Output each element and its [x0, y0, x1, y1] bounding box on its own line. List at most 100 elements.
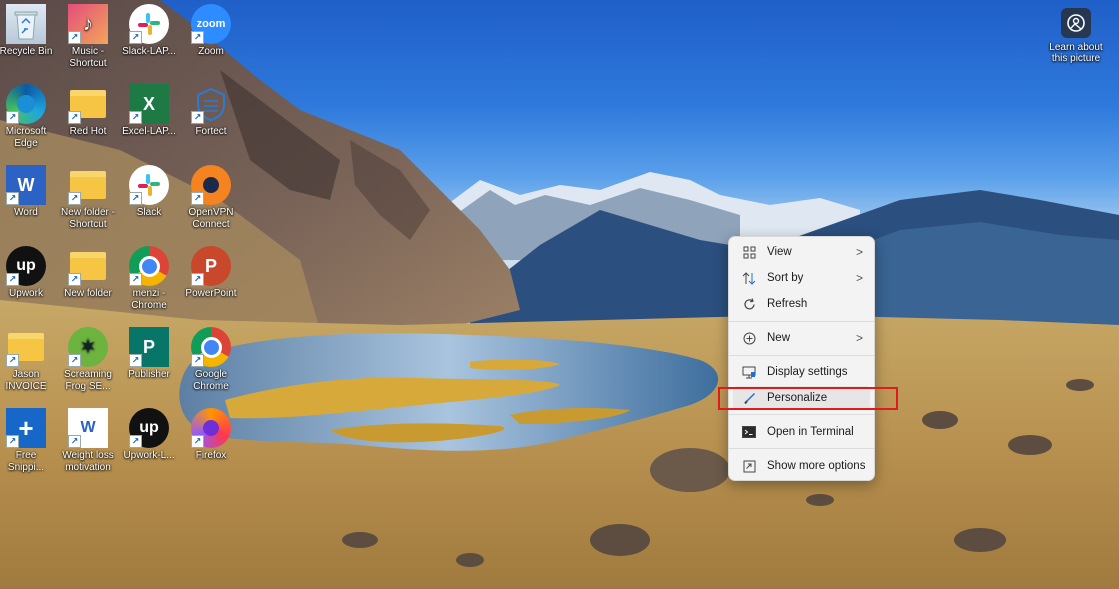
desktop-icon[interactable]: zoom ↗ Zoom — [181, 4, 241, 58]
desktop-icon-label: Fortect — [195, 126, 227, 137]
menu-item-refresh[interactable]: Refresh — [733, 292, 870, 316]
desktop-icon[interactable]: ↗ Firefox — [181, 408, 241, 462]
word-icon: W ↗ — [6, 165, 46, 205]
desktop-icon[interactable]: ↗ menzi - Chrome — [119, 246, 179, 312]
desktop-icon-label: Publisher — [128, 369, 170, 380]
desktop-icon-label: Jason INVOICE — [5, 369, 47, 392]
desktop-icon[interactable]: Recycle Bin — [0, 4, 56, 58]
plus-circle-icon — [740, 332, 758, 345]
menu-item-label: Display settings — [767, 366, 848, 378]
shortcut-arrow-icon: ↗ — [191, 435, 204, 448]
folder-icon: ↗ — [6, 327, 46, 367]
desktop-icon[interactable]: + ↗ Free Snippi... — [0, 408, 56, 474]
menu-item-label: View — [767, 246, 792, 258]
desktop-icon[interactable]: ↗ Slack-LAP... — [119, 4, 179, 58]
icon-glyph-text: W — [17, 175, 35, 195]
shortcut-arrow-icon: ↗ — [191, 192, 204, 205]
menu-item-view[interactable]: View > — [733, 240, 870, 264]
shortcut-arrow-icon: ↗ — [129, 354, 142, 367]
icon-glyph-text: X — [142, 94, 155, 114]
desktop-icon-label: Weight loss motivation — [62, 450, 114, 473]
shortcut-arrow-icon: ↗ — [68, 192, 81, 205]
desktop-icon[interactable]: W ↗ Weight loss motivation — [58, 408, 118, 474]
icon-glyph-text: + — [18, 413, 34, 443]
desktop-icon-label: New folder — [64, 288, 112, 299]
shortcut-arrow-icon: ↗ — [6, 111, 19, 124]
chrome-icon: ↗ — [129, 246, 169, 286]
desktop-icon[interactable]: ↗ Jason INVOICE — [0, 327, 56, 393]
openvpn-icon: ↗ — [191, 165, 231, 205]
menu-item-open-in-terminal[interactable]: Open in Terminal — [733, 420, 870, 444]
desktop-icon-label: Microsoft Edge — [5, 126, 47, 149]
grid-view-icon — [740, 246, 758, 259]
edge-icon: ↗ — [6, 84, 46, 124]
desktop-icon[interactable]: ♪ ↗ Music - Shortcut — [58, 4, 118, 70]
desktop-icon[interactable]: ↗ Red Hot — [58, 84, 118, 138]
icon-glyph-text: P — [204, 256, 217, 276]
shortcut-arrow-icon: ↗ — [129, 111, 142, 124]
shortcut-arrow-icon: ↗ — [129, 192, 142, 205]
menu-item-label: New — [767, 332, 791, 344]
learn-about-picture-button[interactable]: Learn about this picture — [1046, 8, 1106, 64]
firefox-icon: ↗ — [191, 408, 231, 448]
desktop-icon[interactable]: ↗ Fortect — [181, 84, 241, 138]
upwork-icon: up ↗ — [6, 246, 46, 286]
desktop-icon-label: Firefox — [195, 450, 227, 461]
desktop-icon-label: Slack — [136, 207, 162, 218]
shortcut-arrow-icon: ↗ — [191, 31, 204, 44]
desktop-icon[interactable]: P ↗ Publisher — [119, 327, 179, 381]
desktop-icon[interactable]: ↗ Google Chrome — [181, 327, 241, 393]
fortect-icon: ↗ — [191, 84, 231, 124]
desktop-icon[interactable]: W ↗ Word — [0, 165, 56, 219]
word-document-icon: W ↗ — [68, 408, 108, 448]
shortcut-arrow-icon: ↗ — [191, 273, 204, 286]
desktop-icon[interactable]: P ↗ PowerPoint — [181, 246, 241, 300]
desktop-icon-label: Recycle Bin — [0, 46, 53, 57]
chevron-right-icon: > — [856, 331, 864, 345]
shortcut-arrow-icon: ↗ — [6, 273, 19, 286]
desktop-icon-label: Screaming Frog SE... — [64, 369, 112, 392]
camera-info-icon — [1061, 8, 1091, 38]
desktop-icon[interactable]: ↗ Microsoft Edge — [0, 84, 56, 150]
desktop-icon[interactable]: X ↗ Excel-LAP... — [119, 84, 179, 138]
desktop-icon[interactable]: ↗ New folder - Shortcut — [58, 165, 118, 231]
slack-icon: ↗ — [129, 165, 169, 205]
shortcut-arrow-icon: ↗ — [191, 111, 204, 124]
terminal-icon — [740, 426, 758, 438]
chevron-right-icon: > — [856, 271, 864, 285]
menu-item-sort-by[interactable]: Sort by > — [733, 266, 870, 290]
desktop-context-menu: View > Sort by > Refresh New > Display s… — [728, 236, 875, 481]
desktop-icon-label: Upwork — [9, 288, 43, 299]
desktop-icon-label: Google Chrome — [193, 369, 229, 392]
desktop-icon[interactable]: up ↗ Upwork — [0, 246, 56, 300]
desktop-icon-label: OpenVPN Connect — [188, 207, 234, 230]
desktop-icon[interactable]: ✶ ↗ Screaming Frog SE... — [58, 327, 118, 393]
desktop-icon-label: menzi - Chrome — [131, 288, 167, 311]
zoom-icon: zoom ↗ — [191, 4, 231, 44]
shortcut-arrow-icon: ↗ — [68, 111, 81, 124]
menu-item-show-more-options[interactable]: Show more options — [733, 454, 870, 478]
personalize-highlight-box — [718, 387, 898, 410]
desktop-icon-label: PowerPoint — [185, 288, 237, 299]
slack-icon: ↗ — [129, 4, 169, 44]
menu-item-new[interactable]: New > — [733, 326, 870, 350]
desktop-icon[interactable]: ↗ New folder — [58, 246, 118, 300]
menu-item-label: Show more options — [767, 460, 866, 472]
screaming-frog-icon: ✶ ↗ — [68, 327, 108, 367]
desktop-icon[interactable]: up ↗ Upwork-L... — [119, 408, 179, 462]
desktop-icon[interactable]: ↗ OpenVPN Connect — [181, 165, 241, 231]
learn-about-label: Learn about this picture — [1049, 42, 1103, 64]
chevron-right-icon: > — [856, 245, 864, 259]
shortcut-arrow-icon: ↗ — [191, 354, 204, 367]
sort-icon — [740, 271, 758, 285]
menu-item-label: Sort by — [767, 272, 804, 284]
menu-separator — [729, 414, 874, 415]
desktop-icon-label: New folder - Shortcut — [61, 207, 115, 230]
desktop-icon[interactable]: ↗ Slack — [119, 165, 179, 219]
shortcut-arrow-icon: ↗ — [68, 273, 81, 286]
excel-icon: X ↗ — [129, 84, 169, 124]
shortcut-arrow-icon: ↗ — [6, 435, 19, 448]
menu-item-display-settings[interactable]: Display settings — [733, 360, 870, 384]
music-icon: ♪ ↗ — [68, 4, 108, 44]
shortcut-arrow-icon: ↗ — [129, 435, 142, 448]
